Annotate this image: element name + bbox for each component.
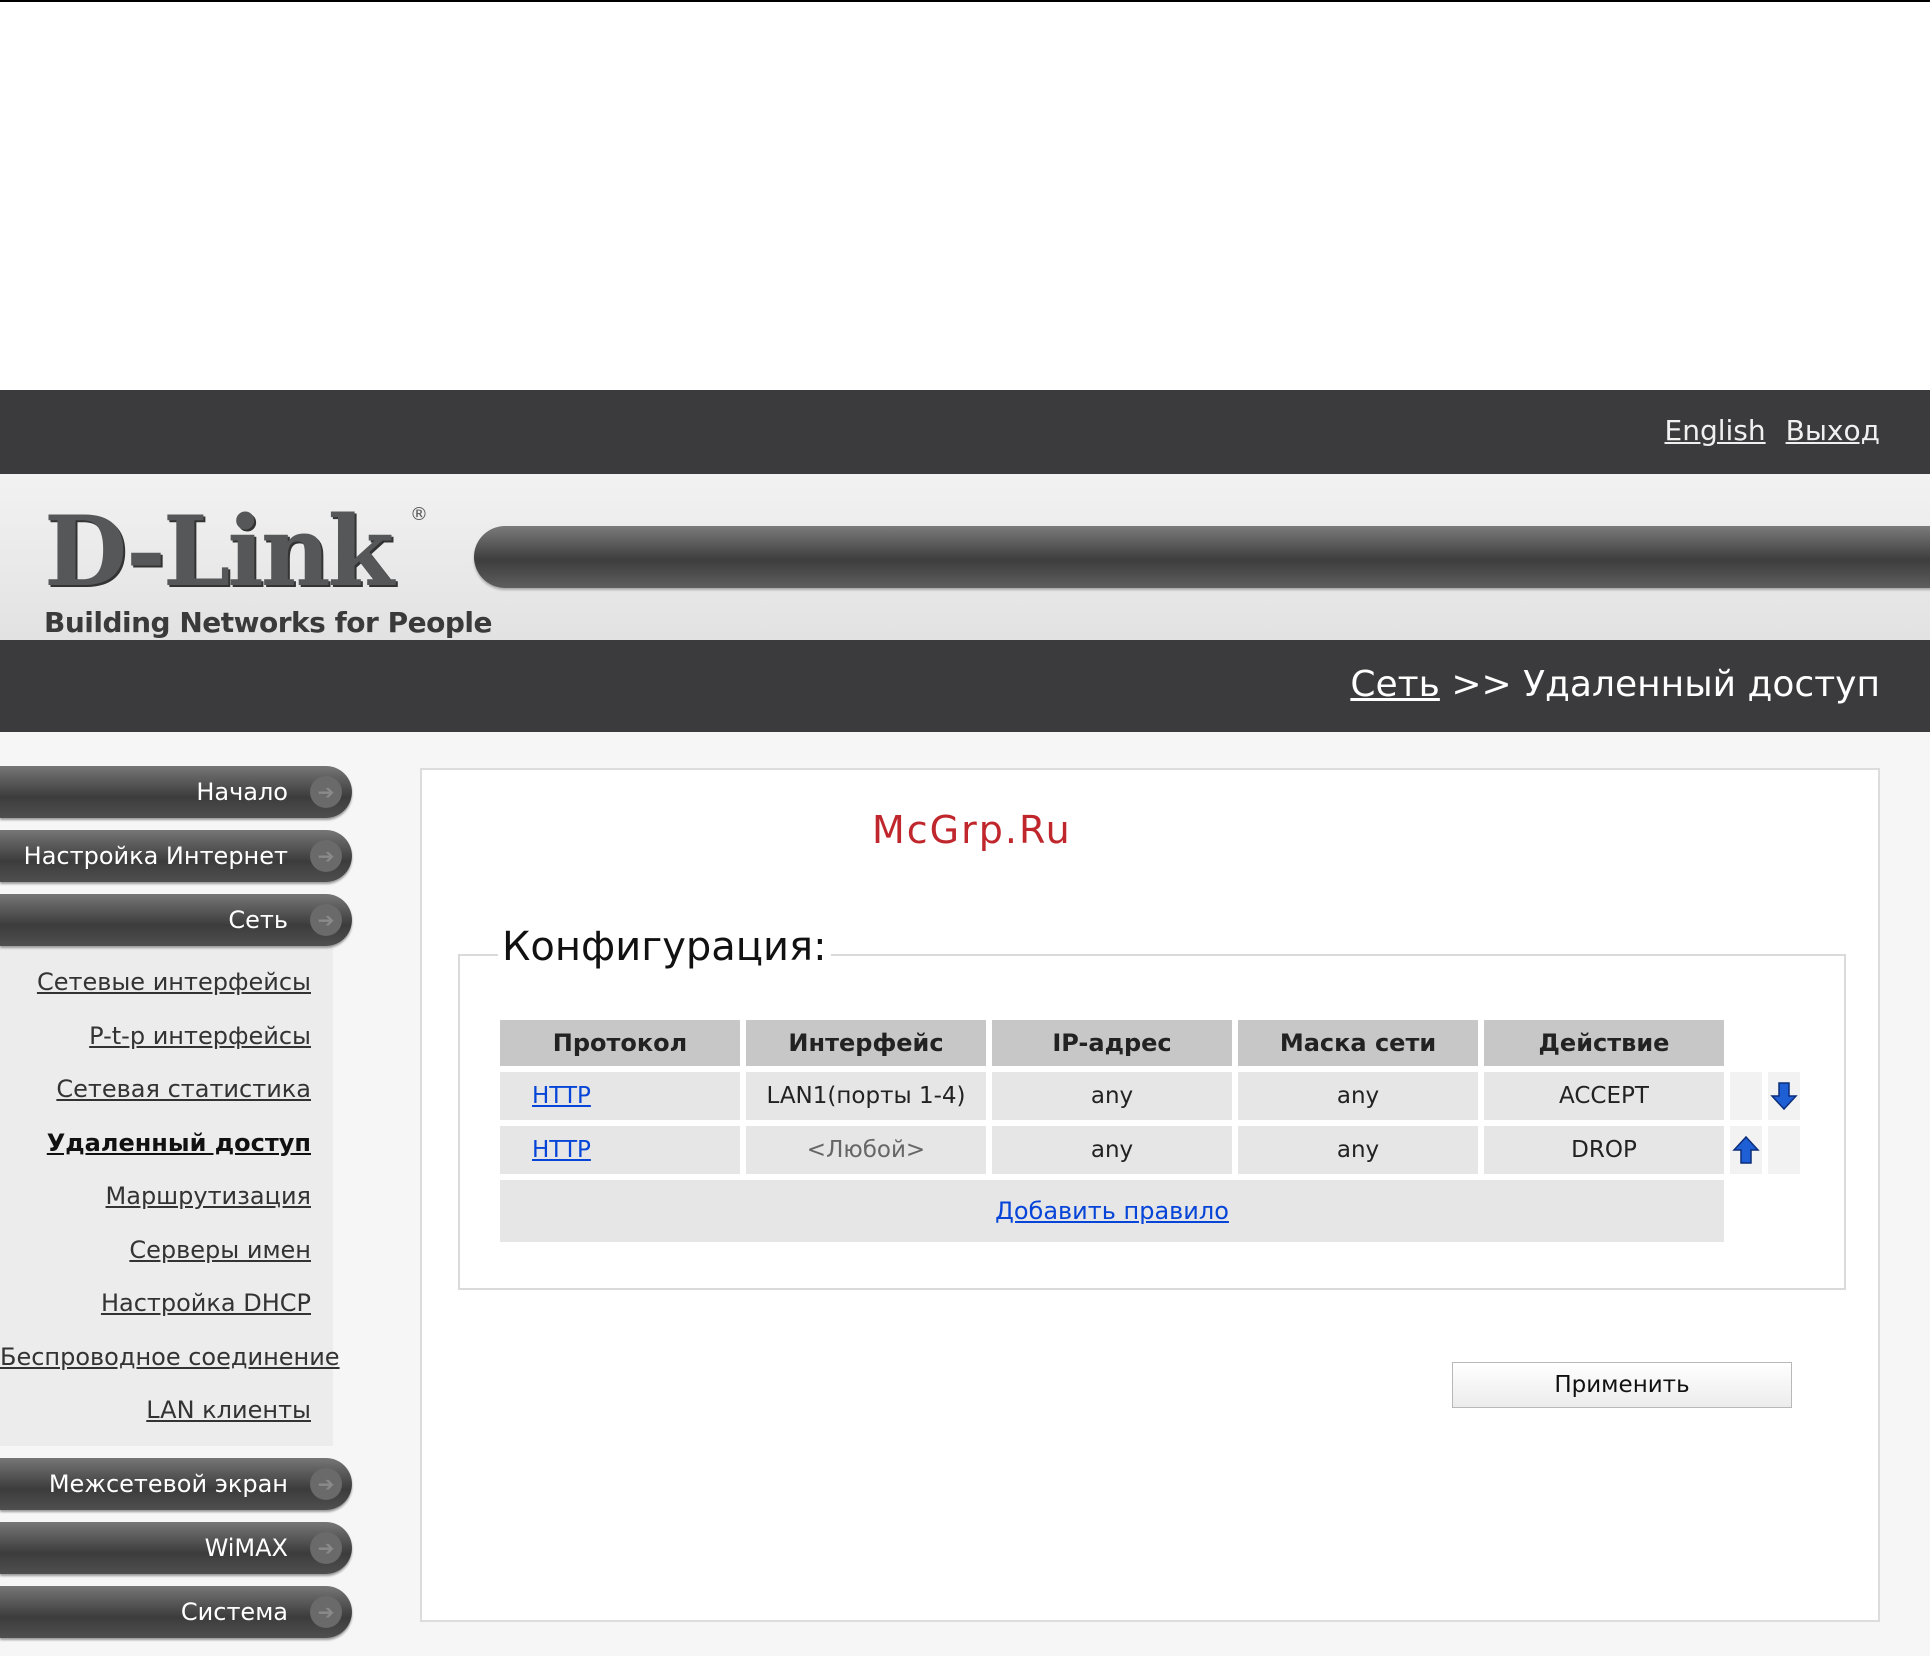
mask-cell: any	[1238, 1126, 1478, 1174]
submenu-network-statistics[interactable]: Сетевая статистика	[0, 1063, 333, 1117]
menu-item-label: Система	[180, 1597, 288, 1626]
protocol-cell: HTTP	[500, 1126, 740, 1174]
column-header: IP-адрес	[992, 1020, 1232, 1066]
menu-item-label: WiMAX	[204, 1533, 288, 1562]
action-cell: ACCEPT	[1484, 1072, 1724, 1120]
breadcrumb-bar: Сеть >> Удаленный доступ	[0, 640, 1930, 732]
column-header: Маска сети	[1238, 1020, 1478, 1066]
logout-link[interactable]: Выход	[1786, 414, 1880, 447]
ip-cell: any	[992, 1126, 1232, 1174]
logo-registered: ®	[410, 504, 428, 525]
submenu-name-servers[interactable]: Серверы имен	[0, 1224, 333, 1278]
table-header-row: Протокол Интерфейс IP-адрес Маска сети Д…	[500, 1020, 1800, 1066]
logo-tagline: Building Networks for People	[44, 606, 492, 639]
interface-cell: LAN1(порты 1-4)	[746, 1072, 986, 1120]
top-bar: English Выход	[0, 390, 1930, 474]
move-cell-empty	[1768, 1126, 1800, 1174]
table-row: HTTP LAN1(порты 1-4) any any ACCEPT	[500, 1072, 1800, 1120]
breadcrumb-parent-link[interactable]: Сеть	[1350, 664, 1439, 705]
action-cell: DROP	[1484, 1126, 1724, 1174]
header-swoosh	[474, 526, 1930, 588]
submenu-routing[interactable]: Маршрутизация	[0, 1170, 333, 1224]
dlink-logo: D-Link ® Building Networks for People	[44, 504, 492, 640]
menu-item-system[interactable]: Система ➔	[0, 1585, 352, 1638]
submenu-ptp-interfaces[interactable]: P-t-p интерфейсы	[0, 1010, 333, 1064]
breadcrumb: Сеть >> Удаленный доступ	[1350, 664, 1880, 705]
apply-button[interactable]: Применить	[1452, 1362, 1792, 1408]
column-header: Действие	[1484, 1020, 1724, 1066]
submenu-wireless[interactable]: Беспроводное соединение	[0, 1331, 340, 1385]
arrow-right-icon: ➔	[310, 1531, 342, 1564]
add-rule-link[interactable]: Добавить правило	[995, 1197, 1229, 1225]
sidebar: Начало ➔ Настройка Интернет ➔ Сеть ➔ Сет…	[0, 766, 360, 1650]
menu-item-label: Настройка Интернет	[23, 842, 288, 870]
section-title: Конфигурация:	[498, 924, 831, 970]
move-down-button[interactable]	[1768, 1072, 1800, 1120]
ip-cell: any	[992, 1072, 1232, 1120]
network-submenu: Сетевые интерфейсы P-t-p интерфейсы Сете…	[0, 946, 340, 1446]
menu-item-label: Межсетевой экран	[48, 1469, 288, 1498]
top-links: English Выход	[1665, 414, 1881, 447]
submenu-lan-clients[interactable]: LAN клиенты	[0, 1384, 333, 1438]
add-rule-row: Добавить правило	[500, 1180, 1800, 1242]
menu-item-network[interactable]: Сеть ➔	[0, 894, 352, 946]
watermark: McGrp.Ru	[872, 808, 1072, 852]
main-panel: McGrp.Ru Конфигурация: Протокол Интерфей…	[420, 768, 1880, 1622]
add-rule-cell: Добавить правило	[500, 1180, 1724, 1242]
protocol-link[interactable]: HTTP	[532, 1137, 591, 1163]
menu-item-label: Сеть	[228, 906, 288, 934]
arrow-right-icon: ➔	[310, 776, 342, 808]
column-header: Интерфейс	[746, 1020, 986, 1066]
arrow-right-icon: ➔	[310, 840, 342, 872]
move-cell-empty	[1730, 1072, 1762, 1120]
breadcrumb-separator: >>	[1451, 664, 1512, 705]
logo-band: D-Link ® Building Networks for People	[0, 474, 1930, 640]
column-header: Протокол	[500, 1020, 740, 1066]
move-up-button[interactable]	[1730, 1126, 1762, 1174]
protocol-link[interactable]: HTTP	[532, 1083, 591, 1109]
arrow-down-icon	[1770, 1082, 1798, 1111]
arrow-right-icon: ➔	[310, 1595, 342, 1628]
table-row: HTTP <Любой> any any DROP	[500, 1126, 1800, 1174]
arrow-right-icon: ➔	[310, 1467, 342, 1500]
rules-table: Протокол Интерфейс IP-адрес Маска сети Д…	[494, 1014, 1806, 1248]
submenu-network-interfaces[interactable]: Сетевые интерфейсы	[0, 956, 333, 1010]
menu-item-wimax[interactable]: WiMAX ➔	[0, 1521, 352, 1574]
top-rule	[0, 0, 1930, 2]
language-link[interactable]: English	[1665, 414, 1766, 447]
menu-item-label: Начало	[196, 778, 288, 806]
menu-item-home[interactable]: Начало ➔	[0, 766, 352, 818]
breadcrumb-current: Удаленный доступ	[1523, 664, 1880, 705]
protocol-cell: HTTP	[500, 1072, 740, 1120]
arrow-right-icon: ➔	[310, 904, 342, 936]
interface-cell: <Любой>	[746, 1126, 986, 1174]
mask-cell: any	[1238, 1072, 1478, 1120]
menu-item-internet-setup[interactable]: Настройка Интернет ➔	[0, 830, 352, 882]
arrow-up-icon	[1732, 1135, 1760, 1164]
menu-item-firewall[interactable]: Межсетевой экран ➔	[0, 1457, 352, 1510]
configuration-fieldset: Конфигурация: Протокол Интерфейс IP-адре…	[458, 924, 1846, 1290]
submenu-remote-access[interactable]: Удаленный доступ	[0, 1117, 333, 1171]
submenu-dhcp-setup[interactable]: Настройка DHCP	[0, 1277, 333, 1331]
